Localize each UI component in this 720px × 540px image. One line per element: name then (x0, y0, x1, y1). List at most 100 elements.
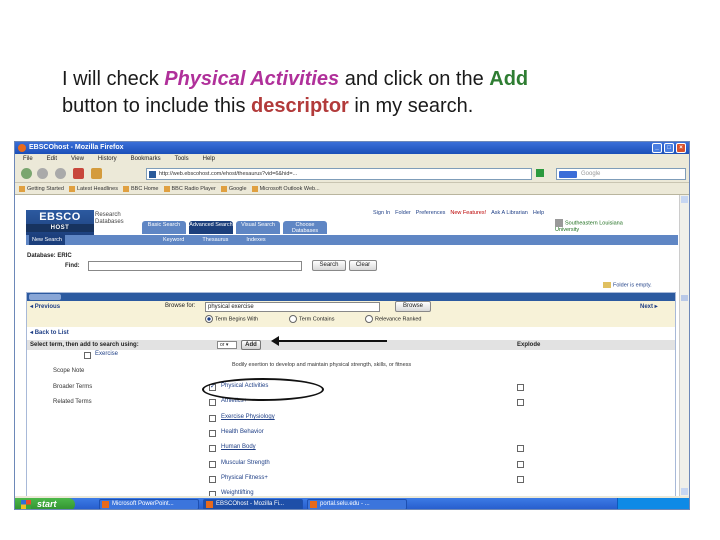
reload-icon[interactable] (55, 168, 66, 179)
bookmark-item[interactable]: Latest Headlines (69, 183, 118, 194)
caption-line-1: I will check Physical Activities and cli… (62, 66, 682, 93)
folder-empty-notice[interactable]: Folder is empty. (603, 282, 652, 288)
menu-edit[interactable]: Edit (47, 154, 57, 165)
stop-icon[interactable] (73, 168, 84, 179)
taskbar-item-powerpoint[interactable]: Microsoft PowerPoint... (99, 499, 199, 509)
indexes-link[interactable]: Indexes (246, 235, 265, 245)
back-to-list-link[interactable]: ◂ Back to List (30, 329, 69, 336)
explode-checkbox[interactable] (517, 445, 524, 452)
help-link[interactable]: Help (533, 210, 544, 216)
bookmark-item[interactable]: BBC Radio Player (164, 183, 216, 194)
window-controls: _ □ × (652, 143, 686, 153)
ebsco-logo[interactable]: EBSCO HOST (26, 210, 94, 236)
maximize-icon[interactable]: □ (664, 143, 674, 153)
forward-icon[interactable] (37, 168, 48, 179)
taskbar-item-firefox[interactable]: EBSCOhost - Mozilla Fi... (203, 499, 303, 509)
secondary-nav: New Search Keyword Thesaurus Indexes (26, 235, 678, 245)
menu-history[interactable]: History (98, 154, 117, 165)
google-icon (559, 171, 577, 178)
bookmark-item[interactable]: Google (221, 183, 247, 194)
term-checkbox[interactable] (209, 415, 216, 422)
term-checkbox[interactable] (209, 445, 216, 452)
bookmarks-toolbar: Getting Started Latest Headlines BBC Hom… (15, 183, 689, 195)
previous-link[interactable]: ◂ Previous (30, 303, 60, 310)
page-scrollbar[interactable] (679, 195, 689, 496)
next-link[interactable]: Next ▸ (640, 303, 658, 310)
term-exercise-physiology[interactable]: Exercise Physiology (221, 414, 275, 420)
sign-in-link[interactable]: Sign In (373, 210, 390, 216)
term-checkbox[interactable] (209, 476, 216, 483)
keyword-link[interactable]: Keyword (163, 235, 184, 245)
scope-note-text: Bodily exertion to develop and maintain … (232, 362, 412, 368)
main-term[interactable]: Exercise (95, 351, 118, 357)
bookmark-item[interactable]: Microsoft Outlook Web... (252, 183, 320, 194)
caption-highlight-add: Add (489, 68, 529, 90)
menu-view[interactable]: View (71, 154, 84, 165)
folder-link[interactable]: Folder (395, 210, 411, 216)
close-icon[interactable]: × (676, 143, 686, 153)
term-checkbox[interactable] (209, 430, 216, 437)
explode-checkbox[interactable] (517, 399, 524, 406)
minimize-icon[interactable]: _ (652, 143, 662, 153)
back-icon[interactable] (21, 168, 32, 179)
term-checkbox[interactable] (209, 399, 216, 406)
taskbar-item-portal[interactable]: portal.selu.edu - ... (307, 499, 407, 509)
term-muscular-strength[interactable]: Muscular Strength (221, 460, 270, 466)
go-icon[interactable] (536, 169, 544, 177)
browse-input[interactable]: physical exercise (205, 302, 380, 312)
browser-screenshot: EBSCOhost - Mozilla Firefox _ □ × File E… (14, 141, 690, 510)
bookmark-item[interactable]: Getting Started (19, 183, 64, 194)
radio-relevance-ranked[interactable]: Relevance Ranked (365, 315, 421, 323)
term-physical-fitness[interactable]: Physical Fitness+ (221, 475, 268, 481)
search-button[interactable]: Search (312, 260, 346, 271)
explode-header: Explode (517, 342, 541, 348)
select-prompt: Select term, then add to search using: (30, 342, 139, 348)
explode-checkbox[interactable] (517, 461, 524, 468)
browser-search-box[interactable]: Google (556, 168, 686, 180)
pointer-arrow (271, 336, 387, 346)
checkbox-exercise[interactable] (84, 352, 91, 359)
explode-checkbox[interactable] (517, 476, 524, 483)
boolean-operator-select[interactable]: or ▾ (217, 341, 237, 349)
caption-text: button to include this (62, 95, 252, 117)
window-title: EBSCOhost - Mozilla Firefox (29, 144, 124, 151)
home-icon[interactable] (91, 168, 102, 179)
thesaurus-link[interactable]: Thesaurus (202, 235, 228, 245)
menu-help[interactable]: Help (203, 154, 215, 165)
ask-librarian-link[interactable]: Ask A Librarian (491, 210, 528, 216)
find-input[interactable] (88, 261, 302, 271)
menu-tools[interactable]: Tools (175, 154, 189, 165)
add-button[interactable]: Add (241, 340, 261, 350)
term-human-body[interactable]: Human Body (221, 444, 256, 450)
related-terms-label: Related Terms (53, 399, 92, 405)
clear-button[interactable]: Clear (349, 260, 377, 271)
scroll-down-icon[interactable] (681, 488, 688, 495)
tab-choose-databases[interactable]: Choose Databases (283, 221, 327, 234)
thesaurus-tab[interactable] (29, 294, 61, 300)
search-placeholder: Google (581, 171, 601, 177)
highlight-ellipse (202, 378, 324, 401)
scroll-thumb[interactable] (681, 295, 688, 301)
start-button[interactable]: start (15, 498, 75, 509)
browse-button[interactable]: Browse (395, 301, 431, 312)
logo-text: EBSCO (39, 211, 81, 223)
radio-term-begins-with[interactable]: Term Begins With (205, 315, 258, 323)
tab-advanced-search[interactable]: Advanced Search (189, 221, 233, 234)
new-search-link[interactable]: New Search (29, 235, 65, 245)
caption-highlight-term: Physical Activities (164, 68, 340, 90)
radio-term-contains[interactable]: Term Contains (289, 315, 334, 323)
scroll-up-icon[interactable] (681, 196, 688, 203)
preferences-link[interactable]: Preferences (416, 210, 446, 216)
top-links: Sign In Folder Preferences New Features!… (373, 210, 544, 216)
explode-checkbox[interactable] (517, 384, 524, 391)
menu-bookmarks[interactable]: Bookmarks (131, 154, 161, 165)
new-features-link[interactable]: New Features! (450, 210, 486, 216)
scope-note-label: Scope Note (53, 368, 85, 374)
menu-file[interactable]: File (23, 154, 33, 165)
bookmark-item[interactable]: BBC Home (123, 183, 159, 194)
tab-basic-search[interactable]: Basic Search (142, 221, 186, 234)
term-health-behavior[interactable]: Health Behavior (221, 429, 264, 435)
url-bar[interactable]: http://web.ebscohost.com/ehost/thesaurus… (146, 168, 532, 180)
term-checkbox[interactable] (209, 461, 216, 468)
tab-visual-search[interactable]: Visual Search (236, 221, 280, 234)
